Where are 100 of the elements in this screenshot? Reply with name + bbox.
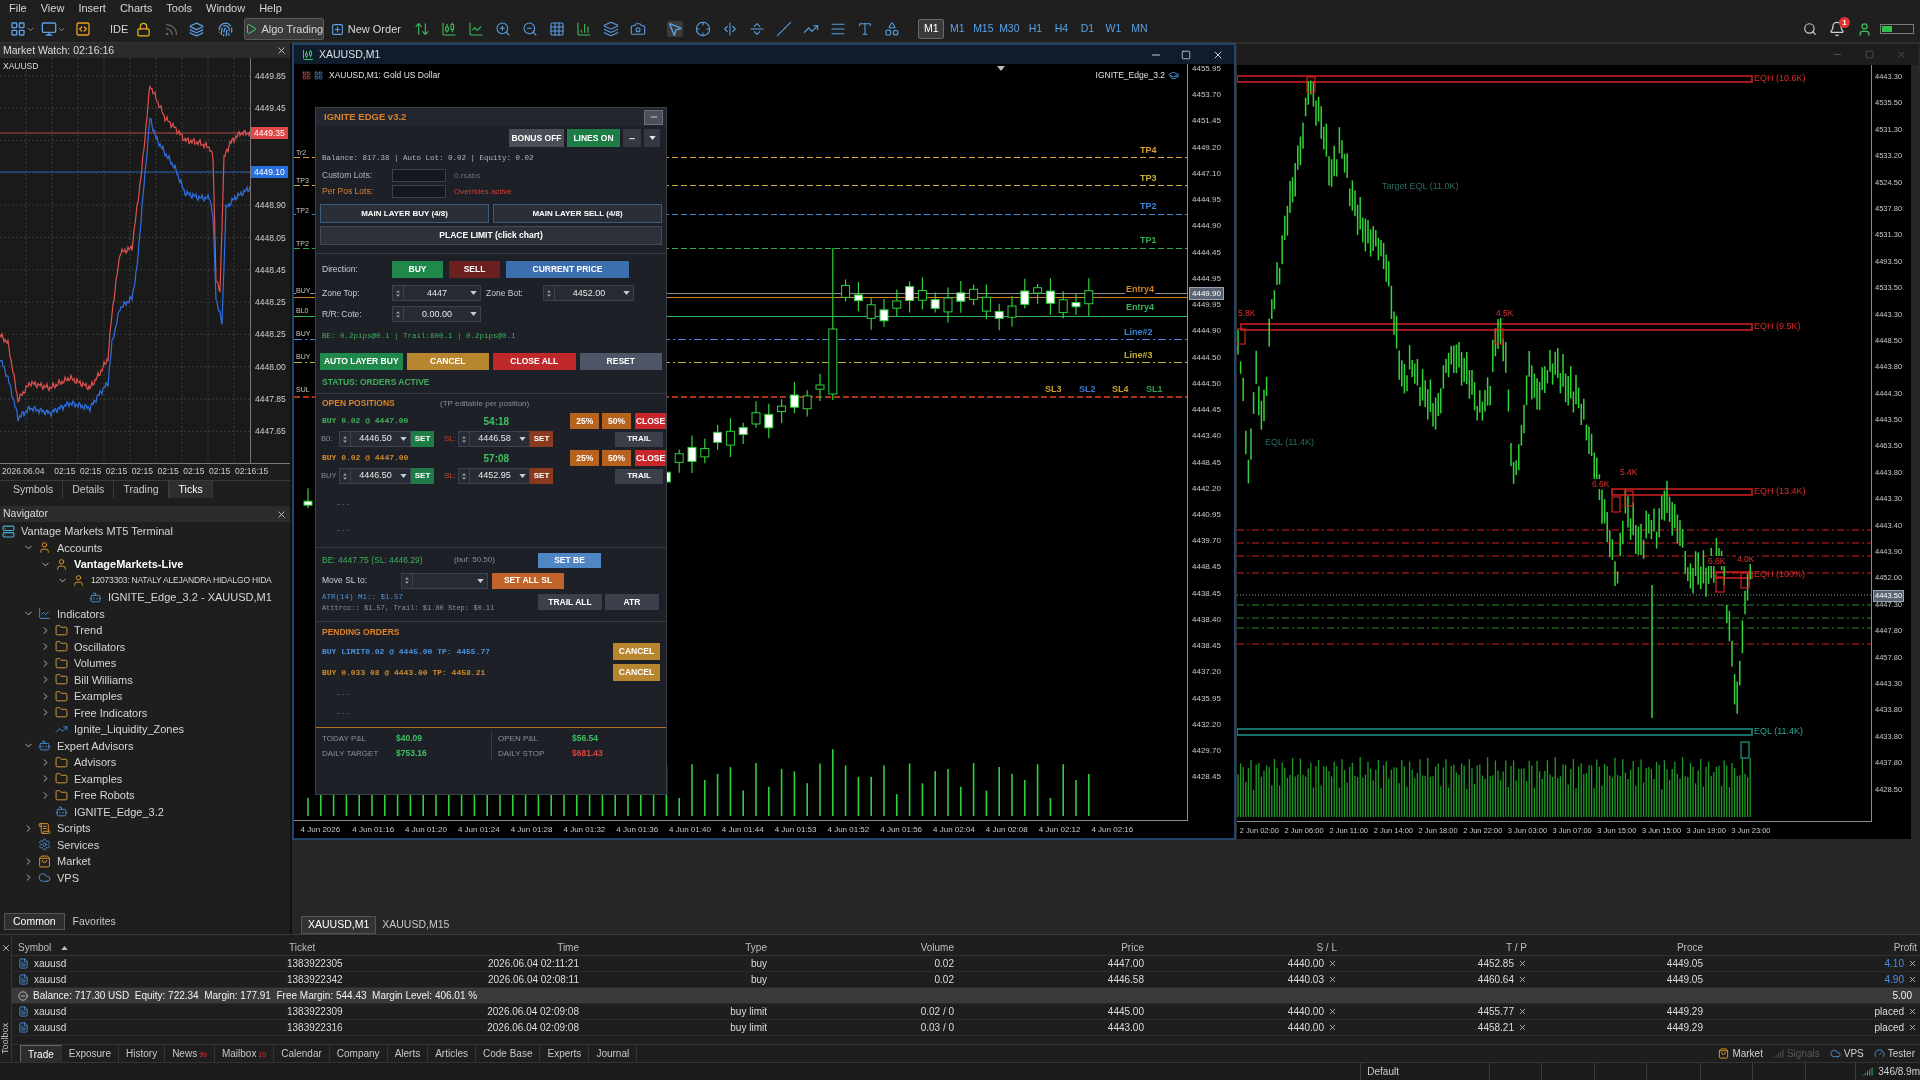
- horizontal-line-icon[interactable]: [749, 21, 766, 37]
- tab[interactable]: XAUUSD,M15: [376, 916, 456, 934]
- diagonal-line-icon[interactable]: [776, 21, 793, 37]
- remove-icon[interactable]: [1908, 1023, 1917, 1032]
- vertical-line-icon[interactable]: [722, 21, 739, 37]
- remove-icon[interactable]: [1518, 975, 1527, 984]
- timeframe-button[interactable]: D1: [1074, 19, 1101, 39]
- tree-item[interactable]: Bill Williams: [74, 671, 133, 688]
- remove-icon[interactable]: [1908, 1007, 1917, 1016]
- crosshair-icon[interactable]: [695, 21, 712, 37]
- tree-item[interactable]: IGNITE_Edge_3.2 - XAUUSD,M1: [108, 589, 272, 606]
- timeframe-button[interactable]: H1: [1022, 19, 1049, 39]
- menu-item[interactable]: Tools: [159, 0, 199, 16]
- tree-item[interactable]: Examples: [74, 688, 123, 705]
- tab[interactable]: Trading: [114, 481, 169, 498]
- tab[interactable]: Details: [63, 481, 115, 498]
- column-header[interactable]: Time: [557, 940, 579, 955]
- layout-grid-icon[interactable]: [10, 21, 26, 37]
- layers-icon[interactable]: [189, 21, 205, 37]
- timeframe-button[interactable]: H4: [1048, 19, 1075, 39]
- remove-icon[interactable]: [1328, 1007, 1337, 1016]
- zoom-in-icon[interactable]: [495, 21, 512, 37]
- close-icon[interactable]: [0, 943, 11, 953]
- lines-icon[interactable]: [830, 21, 847, 37]
- service-button[interactable]: VPS: [1824, 1045, 1869, 1062]
- tree-item[interactable]: Services: [57, 836, 100, 853]
- column-header[interactable]: T / P: [1506, 940, 1527, 955]
- close-icon[interactable]: [276, 508, 287, 520]
- shapes-icon[interactable]: [884, 21, 901, 37]
- tree-item[interactable]: Free Robots: [74, 787, 135, 804]
- bell-icon[interactable]: [1829, 21, 1845, 37]
- user-icon[interactable]: [1857, 21, 1872, 37]
- tab[interactable]: Favorites: [64, 913, 124, 930]
- text-icon[interactable]: [857, 21, 874, 37]
- zoom-out-icon[interactable]: [522, 21, 539, 37]
- close-icon[interactable]: [276, 45, 287, 56]
- menu-item[interactable]: Insert: [71, 0, 113, 16]
- algo-trading-button[interactable]: Algo Trading: [244, 18, 325, 40]
- search-icon[interactable]: [1803, 22, 1817, 36]
- remove-icon[interactable]: [1908, 959, 1917, 968]
- fingerprint-icon[interactable]: [218, 21, 234, 37]
- code-editor-icon[interactable]: [75, 21, 91, 37]
- menu-item[interactable]: Charts: [112, 0, 160, 16]
- column-header[interactable]: Price: [1121, 940, 1144, 955]
- timeframe-button[interactable]: M30: [996, 19, 1023, 39]
- layers-icon[interactable]: [603, 21, 620, 37]
- bar-chart-icon[interactable]: [576, 21, 593, 37]
- menu-item[interactable]: Help: [252, 0, 289, 16]
- new-order-button[interactable]: New Order: [330, 18, 402, 40]
- tab[interactable]: Trade: [20, 1045, 62, 1062]
- line-chart-icon[interactable]: [468, 21, 485, 37]
- tree-item[interactable]: IGNITE_Edge_3.2: [74, 803, 164, 820]
- timeframe-button[interactable]: M1: [918, 19, 945, 39]
- timeframe-button[interactable]: M15: [970, 19, 997, 39]
- remove-icon[interactable]: [1328, 975, 1337, 984]
- tree-item[interactable]: Trend: [74, 622, 103, 639]
- tree-item[interactable]: Free Indicators: [74, 704, 148, 721]
- tree-item[interactable]: Indicators: [57, 605, 105, 622]
- tree-item[interactable]: 12073303: NATALY ALEJANDRA HIDALGO HIDA: [91, 574, 272, 588]
- menu-item[interactable]: Window: [199, 0, 253, 16]
- timeframe-button[interactable]: W1: [1100, 19, 1127, 39]
- remove-icon[interactable]: [1328, 1023, 1337, 1032]
- timeframe-button[interactable]: M1: [944, 19, 971, 39]
- tab[interactable]: Ticks: [168, 481, 213, 498]
- tree-item[interactable]: Ignite_Liquidity_Zones: [74, 721, 185, 738]
- column-header[interactable]: Profit: [1893, 940, 1917, 955]
- column-header[interactable]: Type: [745, 940, 767, 955]
- column-header[interactable]: Volume: [920, 940, 954, 955]
- up-down-arrows-icon[interactable]: [414, 21, 431, 37]
- tree-item[interactable]: Scripts: [57, 820, 91, 837]
- tree-item[interactable]: Volumes: [74, 655, 117, 672]
- column-header[interactable]: Ticket: [289, 940, 316, 955]
- column-header[interactable]: Proce: [1676, 940, 1703, 955]
- remove-icon[interactable]: [1518, 1023, 1527, 1032]
- service-button[interactable]: Market: [1713, 1045, 1768, 1062]
- tree-item[interactable]: VPS: [57, 869, 79, 886]
- remove-icon[interactable]: [1328, 959, 1337, 968]
- tree-item[interactable]: Examples: [74, 770, 123, 787]
- tree-item[interactable]: Accounts: [57, 539, 103, 556]
- camera-icon[interactable]: [630, 21, 647, 37]
- tree-item[interactable]: Oscillators: [74, 638, 126, 655]
- service-button[interactable]: Tester: [1868, 1045, 1920, 1062]
- feed-icon[interactable]: [164, 21, 180, 37]
- ide-button[interactable]: IDE: [110, 20, 129, 38]
- tree-item[interactable]: Expert Advisors: [57, 737, 134, 754]
- lock-icon[interactable]: [136, 21, 152, 37]
- tree-item[interactable]: Advisors: [74, 754, 117, 771]
- tab[interactable]: Common: [4, 913, 65, 930]
- candlestick-icon[interactable]: [441, 21, 458, 37]
- tree-item[interactable]: Vantage Markets MT5 Terminal: [21, 523, 173, 540]
- remove-icon[interactable]: [1908, 975, 1917, 984]
- remove-icon[interactable]: [1518, 959, 1527, 968]
- timeframe-button[interactable]: MN: [1126, 19, 1153, 39]
- tab[interactable]: Symbols: [4, 481, 64, 498]
- cursor-icon[interactable]: [667, 21, 684, 37]
- monitor-icon[interactable]: [41, 21, 57, 37]
- grid-icon[interactable]: [549, 21, 566, 37]
- remove-icon[interactable]: [1518, 1007, 1527, 1016]
- column-header[interactable]: S / L: [1316, 940, 1337, 955]
- menu-item[interactable]: View: [33, 0, 72, 16]
